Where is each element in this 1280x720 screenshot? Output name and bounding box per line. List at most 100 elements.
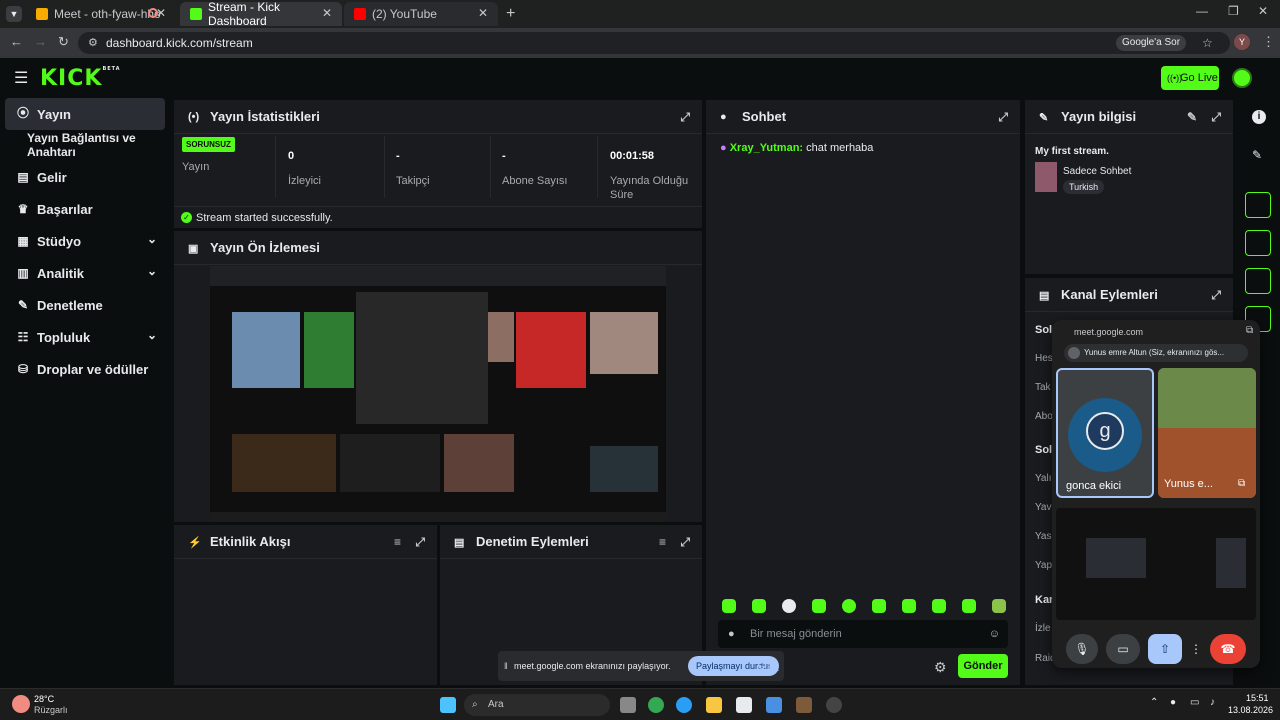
chrome-icon[interactable]: [648, 697, 664, 713]
action-label[interactable]: Abo: [1035, 411, 1053, 422]
sidebar-item-denetleme[interactable]: ✎ Denetleme: [5, 290, 165, 320]
filter-icon[interactable]: ≡: [659, 535, 666, 549]
close-tab-icon[interactable]: ✕: [156, 6, 166, 20]
expand-icon[interactable]: ⤢: [680, 110, 690, 125]
action-label[interactable]: Tak: [1035, 382, 1051, 393]
action-label[interactable]: Yas: [1035, 531, 1052, 542]
app-icon[interactable]: [766, 697, 782, 713]
sidebar-item-droplar[interactable]: ⛁ Droplar ve ödüller: [5, 354, 165, 384]
chat-username[interactable]: Xray_Yutman:: [730, 142, 803, 154]
emote-icon[interactable]: [842, 599, 856, 613]
category-name[interactable]: Sadece Sohbet: [1063, 166, 1131, 177]
network-icon[interactable]: ▭: [1190, 697, 1199, 708]
task-view-icon[interactable]: [620, 697, 636, 713]
go-live-button[interactable]: ((•)) Go Live: [1161, 66, 1219, 90]
action-label[interactable]: Yap: [1035, 560, 1052, 571]
file-explorer-icon[interactable]: [706, 697, 722, 713]
sidebar-item-topluluk[interactable]: ☷ Topluluk ⌄: [5, 322, 165, 352]
expand-icon[interactable]: ⤢: [415, 535, 425, 550]
tab-kick-dashboard[interactable]: Stream - Kick Dashboard ✕: [180, 0, 342, 28]
emote-icon[interactable]: [872, 599, 886, 613]
back-icon[interactable]: ←: [10, 34, 23, 49]
hide-link[interactable]: Gizle: [758, 651, 779, 681]
emote-icon[interactable]: [782, 599, 796, 613]
clock-date[interactable]: 13.08.2026: [1228, 705, 1273, 715]
profile-avatar[interactable]: Y: [1234, 34, 1250, 50]
emote-icon[interactable]: [902, 599, 916, 613]
open-tab-icon[interactable]: ⧉: [1246, 325, 1253, 336]
participant-tile[interactable]: g gonca ekici: [1056, 368, 1154, 498]
edge-icon[interactable]: [676, 697, 692, 713]
weather-icon[interactable]: [12, 695, 30, 713]
tab-youtube[interactable]: (2) YouTube ✕: [344, 2, 498, 26]
action-label[interactable]: Yalı: [1035, 473, 1052, 484]
emote-icon[interactable]: [722, 599, 736, 613]
url-field[interactable]: ⚙ dashboard.kick.com/stream Google'a Sor…: [78, 32, 1230, 54]
expand-icon[interactable]: ⤢: [998, 110, 1008, 125]
rail-button[interactable]: [1245, 230, 1271, 256]
info-icon[interactable]: i: [1252, 110, 1266, 124]
meet-pip-window[interactable]: meet.google.com ⧉ Yunus emre Altun (Siz,…: [1052, 320, 1260, 668]
reload-icon[interactable]: ↻: [58, 34, 69, 50]
tab-meet[interactable]: Meet - oth-fyaw-hho ✕: [26, 2, 176, 26]
sidebar-item-stream-key[interactable]: Yayın Bağlantısı ve Anahtarı: [5, 130, 165, 160]
chevron-up-icon[interactable]: ⌃: [1150, 697, 1158, 708]
drag-handle-icon[interactable]: ‖: [504, 651, 508, 681]
edit-icon[interactable]: ✎: [1252, 148, 1262, 162]
emote-icon[interactable]: [812, 599, 826, 613]
pip-icon[interactable]: ⧉: [1238, 478, 1245, 489]
minimize-icon[interactable]: —: [1196, 4, 1208, 18]
minecraft-icon[interactable]: [796, 697, 812, 713]
browser-menu-icon[interactable]: ⋮: [1262, 34, 1275, 50]
expand-icon[interactable]: ⤢: [1211, 288, 1221, 303]
camera-button[interactable]: ▭: [1106, 634, 1140, 664]
tab-search-button[interactable]: ▼: [6, 6, 22, 22]
edit-icon[interactable]: ✎: [1187, 110, 1197, 124]
tag-chip[interactable]: Turkish: [1063, 180, 1105, 194]
expand-icon[interactable]: ⤢: [680, 535, 690, 550]
emote-icon[interactable]: [992, 599, 1006, 613]
emote-icon[interactable]: [752, 599, 766, 613]
action-label[interactable]: İzle: [1035, 623, 1051, 634]
expand-icon[interactable]: ⤢: [1211, 110, 1221, 125]
rail-button[interactable]: [1245, 268, 1271, 294]
send-button[interactable]: Gönder: [958, 654, 1008, 678]
present-button[interactable]: ⇧: [1148, 634, 1182, 664]
action-label[interactable]: Hes: [1035, 353, 1053, 364]
sidebar-item-analitik[interactable]: ▥ Analitik ⌄: [5, 258, 165, 288]
filter-icon[interactable]: ≡: [394, 535, 401, 549]
sidebar-item-yayin[interactable]: ⦿ Yayın: [5, 98, 165, 130]
hangup-button[interactable]: ☎: [1210, 634, 1246, 664]
close-window-icon[interactable]: ✕: [1258, 4, 1268, 18]
mic-tray-icon[interactable]: ●: [1170, 697, 1176, 708]
volume-icon[interactable]: ♪: [1210, 697, 1215, 708]
mic-button[interactable]: 🎙: [1066, 634, 1098, 664]
obs-icon[interactable]: [826, 697, 842, 713]
sidebar-item-basarilar[interactable]: ♛ Başarılar: [5, 194, 165, 224]
chat-input[interactable]: ● Bir mesaj gönderin ☺: [718, 620, 1008, 648]
site-info-icon[interactable]: ⚙: [88, 32, 98, 54]
new-tab-button[interactable]: +: [506, 5, 515, 23]
hamburger-menu-icon[interactable]: ☰: [14, 68, 28, 88]
participant-tile[interactable]: Yunus e... ⧉: [1158, 368, 1256, 498]
store-icon[interactable]: [736, 697, 752, 713]
sidebar-item-gelir[interactable]: ▤ Gelir: [5, 162, 165, 192]
stream-preview-video[interactable]: [210, 266, 666, 522]
close-tab-icon[interactable]: ✕: [478, 6, 488, 20]
weather-temp[interactable]: 28°C: [34, 694, 54, 704]
close-tab-icon[interactable]: ✕: [322, 6, 332, 20]
emote-icon[interactable]: [932, 599, 946, 613]
user-avatar[interactable]: [1232, 68, 1252, 88]
more-options-icon[interactable]: ⋮: [1190, 634, 1202, 664]
google-ask-button[interactable]: Google'a Sor: [1116, 35, 1187, 51]
action-label[interactable]: Yav: [1035, 502, 1052, 513]
forward-icon[interactable]: →: [34, 34, 47, 49]
kick-logo[interactable]: KICKBETA: [40, 66, 121, 91]
bookmark-star-icon[interactable]: ☆: [1202, 32, 1213, 54]
taskbar-search[interactable]: ⌕ Ara: [464, 694, 610, 716]
rail-button[interactable]: [1245, 192, 1271, 218]
start-button[interactable]: [440, 697, 456, 713]
sidebar-item-studyo[interactable]: ▦ Stüdyo ⌄: [5, 226, 165, 256]
clock-time[interactable]: 15:51: [1246, 693, 1269, 703]
chat-settings-icon[interactable]: ⚙: [934, 659, 947, 676]
